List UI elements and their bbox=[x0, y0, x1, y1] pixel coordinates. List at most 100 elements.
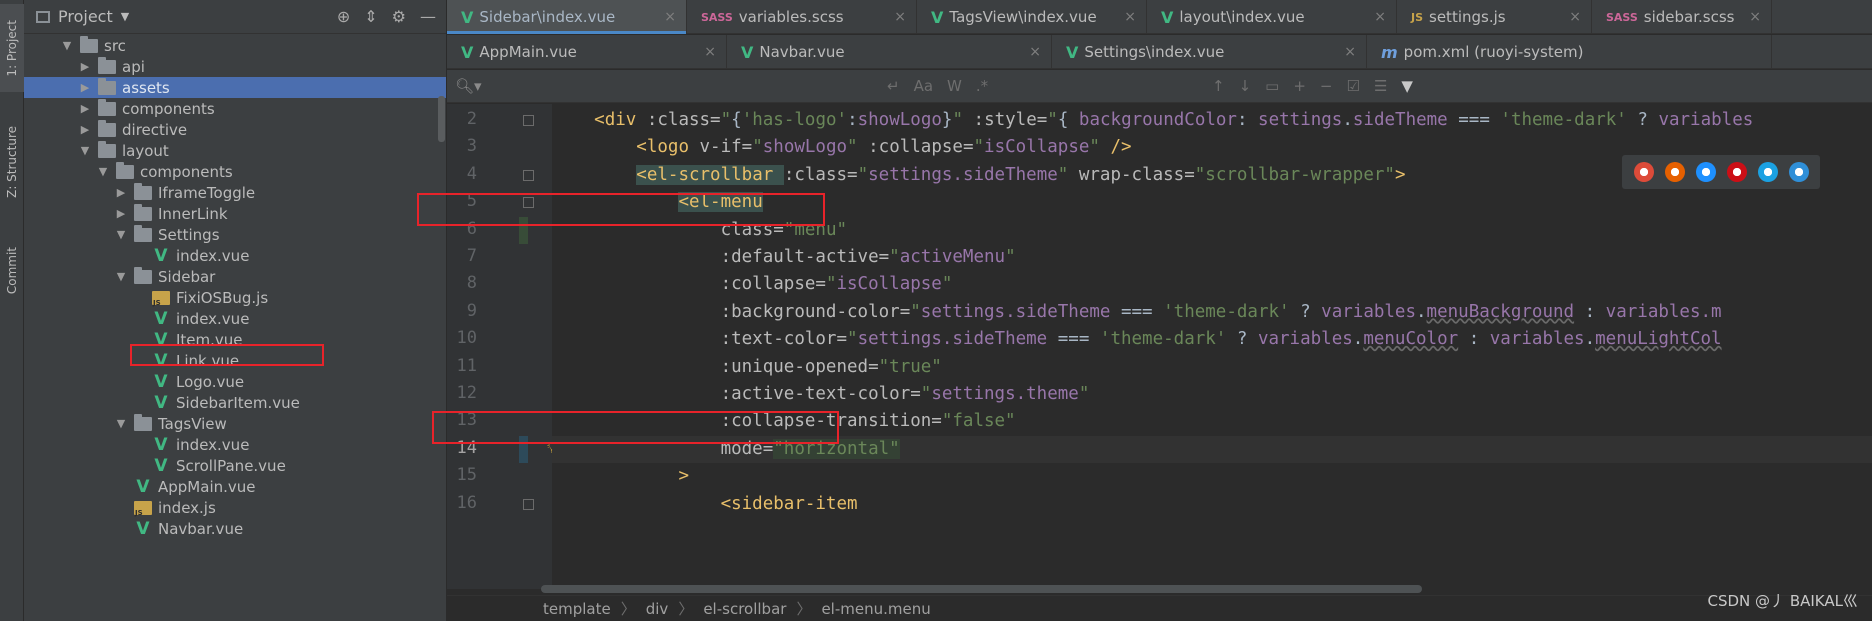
horizontal-scrollbar[interactable] bbox=[541, 585, 1422, 593]
collapsed-arrow-icon[interactable]: ▶ bbox=[78, 60, 92, 73]
chevron-down-icon[interactable]: ▼ bbox=[121, 10, 129, 23]
remove-selection-icon[interactable]: − bbox=[1320, 77, 1333, 95]
expanded-arrow-icon[interactable]: ▼ bbox=[114, 228, 128, 241]
editor-tab-settings-index-vue[interactable]: V Settings\index.vue × bbox=[1052, 35, 1367, 69]
structure-tool-tab[interactable]: Z: Structure bbox=[0, 112, 24, 212]
collapsed-arrow-icon[interactable]: ▶ bbox=[114, 186, 128, 199]
code-line[interactable]: :background-color="settings.sideTheme ==… bbox=[552, 299, 1872, 326]
tree-scrollbar[interactable] bbox=[438, 96, 445, 142]
editor-tab-pom-xml-ruoyi-system-[interactable]: m pom.xml (ruoyi-system) bbox=[1367, 35, 1772, 69]
project-panel-title[interactable]: Project bbox=[58, 7, 113, 26]
collapsed-arrow-icon[interactable]: ▶ bbox=[78, 102, 92, 115]
filter-icon[interactable]: ▼ bbox=[1401, 77, 1413, 95]
tree-item-directive[interactable]: ▶ directive bbox=[24, 119, 446, 140]
code-line[interactable]: :text-color="settings.sideTheme === 'the… bbox=[552, 326, 1872, 353]
regex-history-icon[interactable]: ↵ bbox=[887, 77, 900, 95]
editor-tab-settings-js[interactable]: JS settings.js × bbox=[1397, 0, 1592, 34]
close-icon[interactable]: × bbox=[1344, 44, 1356, 60]
match-case-icon[interactable]: Aa bbox=[914, 77, 933, 95]
tree-item-tagsview[interactable]: ▼ TagsView bbox=[24, 413, 446, 434]
prev-occurrence-icon[interactable]: ↑ bbox=[1212, 77, 1225, 95]
tree-item-index-vue[interactable]: Vindex.vue bbox=[24, 434, 446, 455]
search-bar[interactable]: 🔍︎▾ ↵ Aa W .* ↑ ↓ ▭ + − ☑ ☰ ▼ bbox=[447, 70, 1872, 103]
expanded-arrow-icon[interactable]: ▼ bbox=[114, 270, 128, 283]
collapse-all-icon[interactable]: ⇕ bbox=[364, 7, 377, 26]
expanded-arrow-icon[interactable]: ▼ bbox=[78, 144, 92, 157]
code-line[interactable]: <div :class="{'has-logo':showLogo}" :sty… bbox=[552, 107, 1872, 134]
tree-item-sidebar[interactable]: ▼ Sidebar bbox=[24, 266, 446, 287]
select-all-icon[interactable]: ▭ bbox=[1265, 77, 1279, 95]
close-icon[interactable]: × bbox=[704, 44, 716, 60]
tree-item-assets[interactable]: ▶ assets bbox=[24, 77, 446, 98]
close-icon[interactable]: × bbox=[664, 9, 676, 25]
expanded-arrow-icon[interactable]: ▼ bbox=[60, 39, 74, 52]
editor-tab-sidebar-index-vue[interactable]: V Sidebar\index.vue × bbox=[447, 0, 687, 34]
opera-icon[interactable] bbox=[1726, 162, 1747, 182]
minimize-icon[interactable]: — bbox=[420, 7, 436, 26]
close-icon[interactable]: × bbox=[1124, 9, 1136, 25]
tree-item-layout[interactable]: ▼ layout bbox=[24, 140, 446, 161]
code-line[interactable]: > bbox=[552, 463, 1872, 490]
editor-tab-navbar-vue[interactable]: V Navbar.vue × bbox=[727, 35, 1052, 69]
tree-item-api[interactable]: ▶ api bbox=[24, 56, 446, 77]
collapsed-arrow-icon[interactable]: ▶ bbox=[114, 207, 128, 220]
fold-marker-icon[interactable] bbox=[523, 197, 534, 209]
fold-marker-icon[interactable] bbox=[523, 115, 534, 126]
tree-item-index-vue[interactable]: Vindex.vue bbox=[24, 308, 446, 329]
next-occurrence-icon[interactable]: ↓ bbox=[1239, 77, 1252, 95]
tree-item-scrollpane-vue[interactable]: V ScrollPane.vue bbox=[24, 455, 446, 476]
code-line[interactable]: mode="horizontal" bbox=[552, 435, 1872, 463]
code-line[interactable]: <sidebar-item bbox=[552, 491, 1872, 518]
tree-item-link-vue[interactable]: V Link.vue bbox=[24, 350, 446, 371]
tree-item-iframetoggle[interactable]: ▶ IframeToggle bbox=[24, 182, 446, 203]
code-line[interactable]: :active-text-color="settings.theme" bbox=[552, 381, 1872, 408]
code-line[interactable]: :default-active="activeMenu" bbox=[552, 244, 1872, 271]
tree-item-sidebaritem-vue[interactable]: V SidebarItem.vue bbox=[24, 392, 446, 413]
close-icon[interactable]: × bbox=[1374, 9, 1386, 25]
add-selection-icon[interactable]: + bbox=[1293, 77, 1306, 95]
words-icon[interactable]: W bbox=[947, 77, 962, 95]
tree-item-settings[interactable]: ▼ Settings bbox=[24, 224, 446, 245]
breadcrumb-item[interactable]: el-menu.menu bbox=[821, 600, 930, 618]
code-line[interactable]: class="menu" bbox=[552, 217, 1872, 244]
tree-item-appmain-vue[interactable]: V AppMain.vue bbox=[24, 476, 446, 497]
tree-item-index-vue[interactable]: Vindex.vue bbox=[24, 245, 446, 266]
close-icon[interactable]: × bbox=[1029, 44, 1041, 60]
editor-tab-sidebar-scss[interactable]: SASS sidebar.scss × bbox=[1592, 0, 1772, 34]
breadcrumb-item[interactable]: el-scrollbar bbox=[703, 600, 786, 618]
breadcrumb-item[interactable]: template bbox=[543, 600, 611, 618]
editor-tab-layout-index-vue[interactable]: Vlayout\index.vue × bbox=[1147, 0, 1397, 34]
tree-item-item-vue[interactable]: V Item.vue bbox=[24, 329, 446, 350]
code-line[interactable]: :collapse-transition="false" bbox=[552, 408, 1872, 435]
change-marker[interactable] bbox=[519, 435, 528, 463]
commit-tool-tab[interactable]: Commit bbox=[0, 234, 24, 308]
search-icon[interactable]: 🔍︎▾ bbox=[455, 77, 482, 95]
toggle-selection-icon[interactable]: ☑ bbox=[1347, 77, 1360, 95]
project-tool-tab[interactable]: 1: Project bbox=[0, 4, 24, 92]
change-marker[interactable] bbox=[519, 216, 528, 244]
fold-marker-icon[interactable] bbox=[523, 498, 534, 510]
code-line[interactable]: <el-menu bbox=[552, 189, 1872, 216]
ie-icon[interactable] bbox=[1757, 162, 1778, 182]
tree-item-navbar-vue[interactable]: V Navbar.vue bbox=[24, 518, 446, 539]
expanded-arrow-icon[interactable]: ▼ bbox=[96, 165, 110, 178]
code-line[interactable]: :unique-opened="true" bbox=[552, 354, 1872, 381]
code-line[interactable]: :collapse="isCollapse" bbox=[552, 271, 1872, 298]
firefox-icon[interactable] bbox=[1664, 162, 1685, 182]
expanded-arrow-icon[interactable]: ▼ bbox=[114, 417, 128, 430]
breadcrumb-item[interactable]: div bbox=[646, 600, 669, 618]
close-icon[interactable]: × bbox=[1569, 9, 1581, 25]
tree-item-fixiosbug-js[interactable]: FixiOSBug.js bbox=[24, 287, 446, 308]
regex-icon[interactable]: .* bbox=[976, 77, 988, 95]
tree-item-logo-vue[interactable]: V Logo.vue bbox=[24, 371, 446, 392]
gear-icon[interactable]: ⚙ bbox=[392, 7, 406, 26]
fold-marker-icon[interactable] bbox=[523, 169, 534, 181]
tree-item-innerlink[interactable]: ▶ InnerLink bbox=[24, 203, 446, 224]
tree-item-src[interactable]: ▼ src bbox=[24, 35, 446, 56]
editor-tab-appmain-vue[interactable]: V AppMain.vue × bbox=[447, 35, 727, 69]
safari-icon[interactable] bbox=[1695, 162, 1716, 182]
filter-options-icon[interactable]: ☰ bbox=[1374, 77, 1387, 95]
tree-item-components[interactable]: ▼ components bbox=[24, 161, 446, 182]
editor-tab-tagsview-index-vue[interactable]: V TagsView\index.vue × bbox=[917, 0, 1147, 34]
chrome-icon[interactable] bbox=[1633, 162, 1654, 182]
